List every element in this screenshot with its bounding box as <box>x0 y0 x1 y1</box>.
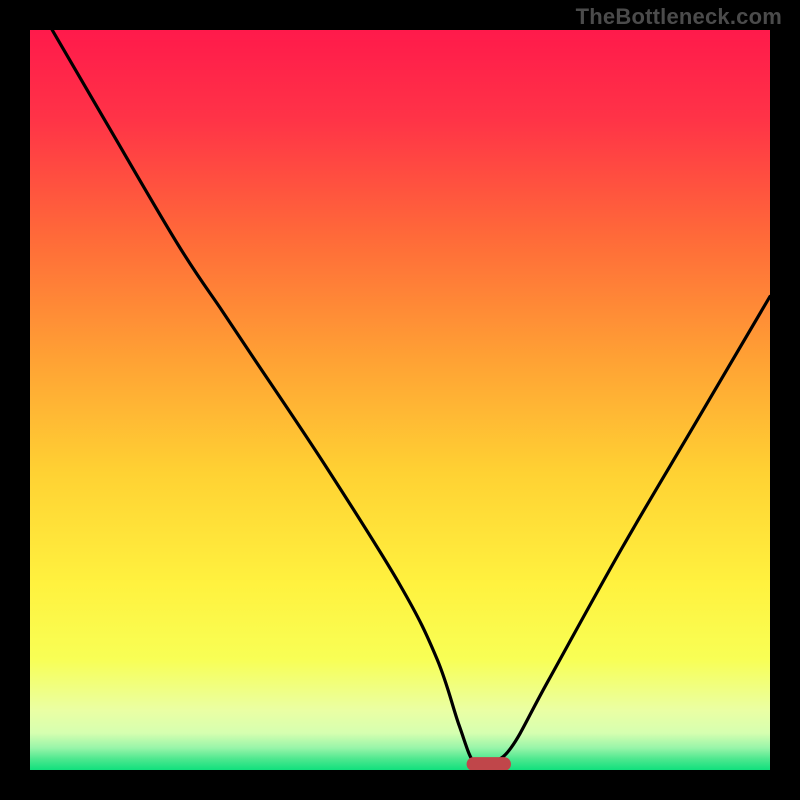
chart-svg <box>0 0 800 800</box>
frame-right <box>770 0 800 800</box>
chart-frame: TheBottleneck.com <box>0 0 800 800</box>
plot-background <box>30 30 770 770</box>
frame-bottom <box>0 770 800 800</box>
frame-left <box>0 0 30 800</box>
optimum-marker <box>467 757 511 771</box>
attribution-text: TheBottleneck.com <box>576 4 782 30</box>
